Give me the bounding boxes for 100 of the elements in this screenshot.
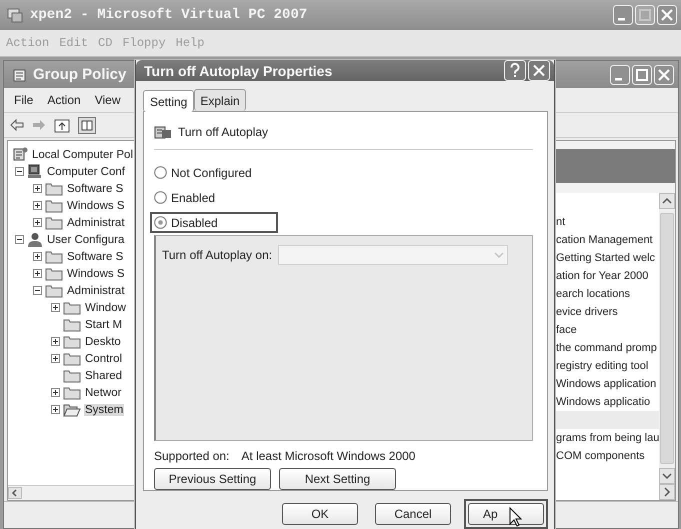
radio-label: Enabled xyxy=(171,190,216,204)
expand-icon[interactable] xyxy=(51,388,60,397)
policy-name: Turn off Autoplay xyxy=(178,125,268,139)
window-title: xpen2 - Microsoft Virtual PC 2007 xyxy=(30,7,308,23)
dialog-button[interactable]: Ap xyxy=(468,503,544,525)
folder-icon xyxy=(45,182,63,196)
tree-item[interactable]: Administrat xyxy=(66,216,126,228)
back-icon[interactable] xyxy=(10,119,24,131)
expand-icon[interactable] xyxy=(33,252,42,261)
list-item[interactable]: face xyxy=(556,324,577,336)
expand-icon[interactable] xyxy=(51,405,60,414)
window-title: Group Policy xyxy=(33,66,126,83)
supported-value: At least Microsoft Windows 2000 xyxy=(241,449,416,463)
tree-item[interactable]: Windows S xyxy=(66,268,126,280)
maximize-icon[interactable] xyxy=(632,64,652,84)
list-item[interactable]: ation for Year 2000 xyxy=(556,270,648,282)
open-folder-icon xyxy=(63,402,81,416)
up-folder-icon[interactable] xyxy=(54,118,70,132)
folder-icon xyxy=(63,352,81,366)
policy-icon xyxy=(12,66,28,82)
expand-icon[interactable] xyxy=(51,354,60,363)
menu-item[interactable]: File xyxy=(14,93,34,107)
folder-icon xyxy=(45,284,63,298)
list-item[interactable]: Windows applicatio xyxy=(556,396,650,408)
tree-item[interactable]: Local Computer Pol xyxy=(31,148,134,160)
nav-button[interactable]: Next Setting xyxy=(279,468,396,490)
tree-item[interactable]: Start M xyxy=(84,318,124,330)
user-icon xyxy=(27,232,43,247)
scroll-icon xyxy=(12,147,28,162)
collapse-icon[interactable] xyxy=(15,235,24,244)
field-label: Turn off Autoplay on: xyxy=(162,248,272,262)
supported-label: Supported on: xyxy=(154,449,230,463)
dialog-button[interactable]: OK xyxy=(282,503,358,525)
scroll-up-icon[interactable] xyxy=(659,193,676,209)
expand-icon[interactable] xyxy=(51,303,60,312)
list-item[interactable]: Getting Started welc xyxy=(556,252,656,264)
expand-icon[interactable] xyxy=(33,201,42,210)
radio-button[interactable] xyxy=(154,166,167,179)
list-item[interactable]: COM components xyxy=(556,450,645,462)
tree-item[interactable]: Deskto xyxy=(84,336,122,348)
menu-item[interactable]: Action xyxy=(47,93,81,107)
help-icon[interactable] xyxy=(504,60,526,81)
tree-item[interactable]: Software S xyxy=(66,250,124,262)
mouse-pointer-icon xyxy=(509,507,522,527)
radio-label: Disabled xyxy=(171,216,218,230)
folder-icon xyxy=(45,216,63,230)
tree-item[interactable]: Shared xyxy=(84,370,124,382)
tree-item[interactable]: Administrat xyxy=(66,284,126,296)
computer-icon xyxy=(27,164,43,179)
scroll-right-icon[interactable] xyxy=(659,484,676,500)
tab[interactable]: Explain xyxy=(194,89,246,111)
minimize-icon[interactable] xyxy=(613,5,633,25)
folder-icon xyxy=(45,198,63,212)
tree-item[interactable]: Software S xyxy=(66,182,124,194)
list-item[interactable]: earch locations xyxy=(556,288,630,300)
collapse-icon[interactable] xyxy=(15,167,24,176)
radio-label: Not Configured xyxy=(171,166,252,180)
policy-icon xyxy=(154,124,172,140)
dialog-button[interactable]: Cancel xyxy=(375,503,451,525)
minimize-icon[interactable] xyxy=(610,64,630,84)
tree-item[interactable]: Computer Conf xyxy=(46,166,126,178)
tab[interactable]: Setting xyxy=(143,90,194,112)
scroll-down-icon[interactable] xyxy=(659,468,676,484)
menu-item[interactable]: View xyxy=(94,93,120,107)
dialog-title: Turn off Autoplay Properties xyxy=(144,62,332,78)
list-item[interactable]: the command promp xyxy=(556,342,657,354)
list-item[interactable]: registry editing tool xyxy=(556,360,648,372)
expand-icon[interactable] xyxy=(51,337,60,346)
list-item[interactable]: nt xyxy=(556,216,566,228)
radio-button[interactable] xyxy=(154,216,167,229)
folder-icon xyxy=(45,250,63,264)
folder-icon xyxy=(63,334,81,348)
scroll-left-icon[interactable] xyxy=(8,487,22,499)
expand-icon[interactable] xyxy=(33,269,42,278)
collapse-icon[interactable] xyxy=(33,286,42,295)
folder-icon xyxy=(63,368,81,382)
tree-item[interactable]: Control xyxy=(84,352,124,364)
app-icon xyxy=(6,6,24,24)
folder-icon xyxy=(45,266,63,280)
folder-icon xyxy=(63,318,81,332)
list-item[interactable]: Windows application xyxy=(556,378,656,390)
tree-item[interactable]: System xyxy=(84,404,124,416)
radio-button[interactable] xyxy=(154,191,167,204)
list-item[interactable]: grams from being lau xyxy=(556,432,660,444)
tree-item[interactable]: Windows S xyxy=(66,200,126,212)
close-icon[interactable] xyxy=(654,64,674,84)
tree-item[interactable]: Networ xyxy=(84,386,122,398)
close-icon[interactable] xyxy=(528,60,550,81)
panel-icon[interactable] xyxy=(78,116,96,134)
folder-icon xyxy=(63,300,81,314)
tree-item[interactable]: Window xyxy=(84,302,127,314)
list-item[interactable]: cation Management xyxy=(556,234,653,246)
nav-button[interactable]: Previous Setting xyxy=(154,468,271,490)
expand-icon[interactable] xyxy=(33,184,42,193)
list-item[interactable]: evice drivers xyxy=(556,306,618,318)
scroll-thumb[interactable] xyxy=(660,213,674,464)
expand-icon[interactable] xyxy=(33,218,42,227)
folder-icon xyxy=(63,386,81,400)
close-icon[interactable] xyxy=(657,5,677,25)
tree-item[interactable]: User Configura xyxy=(46,234,126,246)
